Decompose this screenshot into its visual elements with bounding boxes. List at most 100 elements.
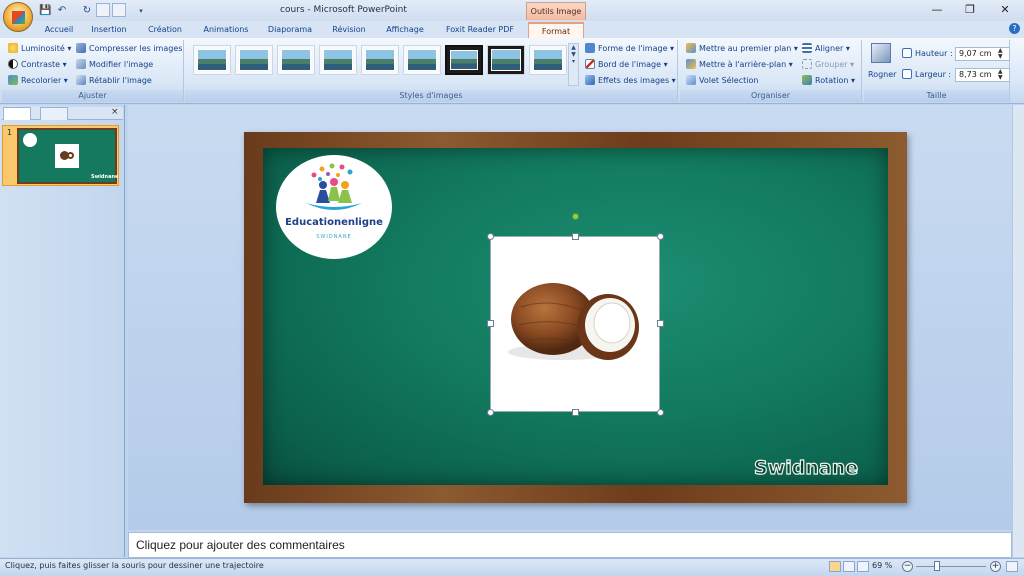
- vertical-scrollbar[interactable]: [1012, 105, 1024, 557]
- compress-icon: [76, 43, 86, 53]
- button-label: Contraste: [21, 60, 61, 69]
- slide-watermark: Swidnane: [753, 456, 859, 479]
- notes-pane[interactable]: Cliquez pour ajouter des commentaires: [128, 532, 1012, 558]
- tab-creation[interactable]: Création: [142, 22, 188, 38]
- undo-icon[interactable]: ↶: [55, 3, 69, 17]
- compresser-button[interactable]: Compresser les images: [76, 42, 182, 56]
- largeur-spinner[interactable]: ▲ ▼: [998, 69, 1003, 81]
- picture-style-1[interactable]: [193, 45, 231, 75]
- zoom-level[interactable]: 69 %: [872, 561, 892, 570]
- status-text: Cliquez, puis faites glisser la souris p…: [5, 561, 264, 570]
- thumb-logo: [23, 133, 37, 147]
- picture-style-2[interactable]: [235, 45, 273, 75]
- hauteur-spinner[interactable]: ▲ ▼: [998, 48, 1003, 60]
- tab-diaporama[interactable]: Diaporama: [264, 22, 316, 38]
- resize-handle-sw[interactable]: [487, 409, 494, 416]
- close-button[interactable]: ✕: [990, 2, 1020, 18]
- tab-foxit[interactable]: Foxit Reader PDF: [440, 22, 520, 38]
- send-back-icon: [686, 59, 696, 69]
- height-icon: [902, 48, 912, 58]
- resize-handle-nw[interactable]: [487, 233, 494, 240]
- normal-view-icon[interactable]: [829, 561, 841, 572]
- zoom-slider[interactable]: [916, 566, 986, 567]
- effets-images-button[interactable]: Effets des images ▾: [585, 74, 676, 88]
- logo-title: Educationenligne: [285, 217, 383, 228]
- picture-style-5[interactable]: [361, 45, 399, 75]
- gallery-scroll[interactable]: ▲ ▼ ▾: [568, 43, 579, 86]
- grouper-button[interactable]: Grouper ▾: [802, 58, 854, 72]
- picture-style-6[interactable]: [403, 45, 441, 75]
- tab-revision[interactable]: Révision: [326, 22, 372, 38]
- help-icon[interactable]: ?: [1009, 23, 1020, 34]
- tab-slides[interactable]: [3, 107, 31, 120]
- tab-insertion[interactable]: Insertion: [86, 22, 132, 38]
- button-label: Luminosité: [21, 44, 65, 53]
- logo-circle[interactable]: [276, 155, 392, 259]
- resize-handle-e[interactable]: [657, 320, 664, 327]
- crop-icon[interactable]: [871, 43, 891, 63]
- minimize-button[interactable]: —: [922, 2, 952, 18]
- rogner-button[interactable]: Rogner: [868, 68, 896, 82]
- close-pane-icon[interactable]: ×: [111, 107, 119, 117]
- selected-picture[interactable]: [490, 236, 660, 412]
- style-preview: [281, 49, 311, 71]
- office-logo-icon: [12, 11, 25, 24]
- fit-window-icon[interactable]: [1006, 561, 1018, 572]
- zoom-in-icon[interactable]: +: [990, 561, 1001, 572]
- picture-style-3[interactable]: [277, 45, 315, 75]
- redo-icon[interactable]: ↻: [80, 3, 94, 17]
- button-label: Rotation: [815, 76, 849, 85]
- volet-selection-button[interactable]: Volet Sélection: [686, 74, 758, 88]
- style-preview: [239, 49, 269, 71]
- restore-button[interactable]: ❐: [955, 2, 985, 18]
- style-preview: [365, 49, 395, 71]
- save-icon[interactable]: 💾: [38, 3, 52, 17]
- resize-handle-se[interactable]: [657, 409, 664, 416]
- aligner-button[interactable]: Aligner ▾: [802, 42, 850, 56]
- tab-affichage[interactable]: Affichage: [380, 22, 430, 38]
- office-button[interactable]: [3, 2, 33, 32]
- picture-style-4[interactable]: [319, 45, 357, 75]
- print-preview-icon[interactable]: [112, 3, 126, 17]
- slideshow-view-icon[interactable]: [857, 561, 869, 572]
- tab-outline[interactable]: [40, 107, 68, 120]
- tab-animations[interactable]: Animations: [198, 22, 254, 38]
- premier-plan-button[interactable]: Mettre au premier plan ▾: [686, 42, 798, 56]
- resize-handle-w[interactable]: [487, 320, 494, 327]
- button-label: Compresser les images: [89, 44, 183, 53]
- modifier-image-button[interactable]: Modifier l'image: [76, 58, 153, 72]
- picture-style-9[interactable]: [529, 45, 567, 75]
- arriere-plan-button[interactable]: Mettre à l'arrière-plan ▾: [686, 58, 793, 72]
- window-title: cours - Microsoft PowerPoint: [280, 5, 407, 15]
- align-icon: [802, 43, 812, 53]
- tab-format[interactable]: Format: [528, 22, 584, 38]
- resize-handle-n[interactable]: [572, 233, 579, 240]
- slide-thumbnail[interactable]: Swidnane: [17, 128, 118, 184]
- button-label: Rétablir l'image: [89, 76, 152, 85]
- slideshow-icon[interactable]: [96, 3, 110, 17]
- hauteur-label: Hauteur :: [902, 47, 953, 61]
- zoom-out-icon[interactable]: −: [902, 561, 913, 572]
- recolorier-button[interactable]: Recolorier ▾: [8, 74, 68, 88]
- label-text: Largeur :: [915, 70, 952, 79]
- resize-handle-ne[interactable]: [657, 233, 664, 240]
- sorter-view-icon[interactable]: [843, 561, 855, 572]
- contraste-button[interactable]: Contraste ▾: [8, 58, 67, 72]
- picture-style-7[interactable]: [445, 45, 483, 75]
- zoom-slider-knob[interactable]: [934, 561, 940, 571]
- customize-qat-icon[interactable]: ▾: [134, 3, 148, 17]
- rotation-handle[interactable]: [572, 213, 579, 220]
- resize-handle-s[interactable]: [572, 409, 579, 416]
- style-preview: [407, 49, 437, 71]
- coconut-half-icon: [67, 152, 74, 159]
- retablir-image-button[interactable]: Rétablir l'image: [76, 74, 152, 88]
- bord-image-button[interactable]: Bord de l'image ▾: [585, 58, 668, 72]
- tab-accueil[interactable]: Accueil: [38, 22, 80, 38]
- contextual-tab-group: Outils Image: [526, 2, 586, 20]
- recolor-icon: [8, 75, 18, 85]
- luminosite-button[interactable]: Luminosité ▾: [8, 42, 71, 56]
- button-label: Mettre au premier plan: [699, 44, 792, 53]
- forme-image-button[interactable]: Forme de l'image ▾: [585, 42, 674, 56]
- picture-style-8[interactable]: [487, 45, 525, 75]
- rotation-button[interactable]: Rotation ▾: [802, 74, 855, 88]
